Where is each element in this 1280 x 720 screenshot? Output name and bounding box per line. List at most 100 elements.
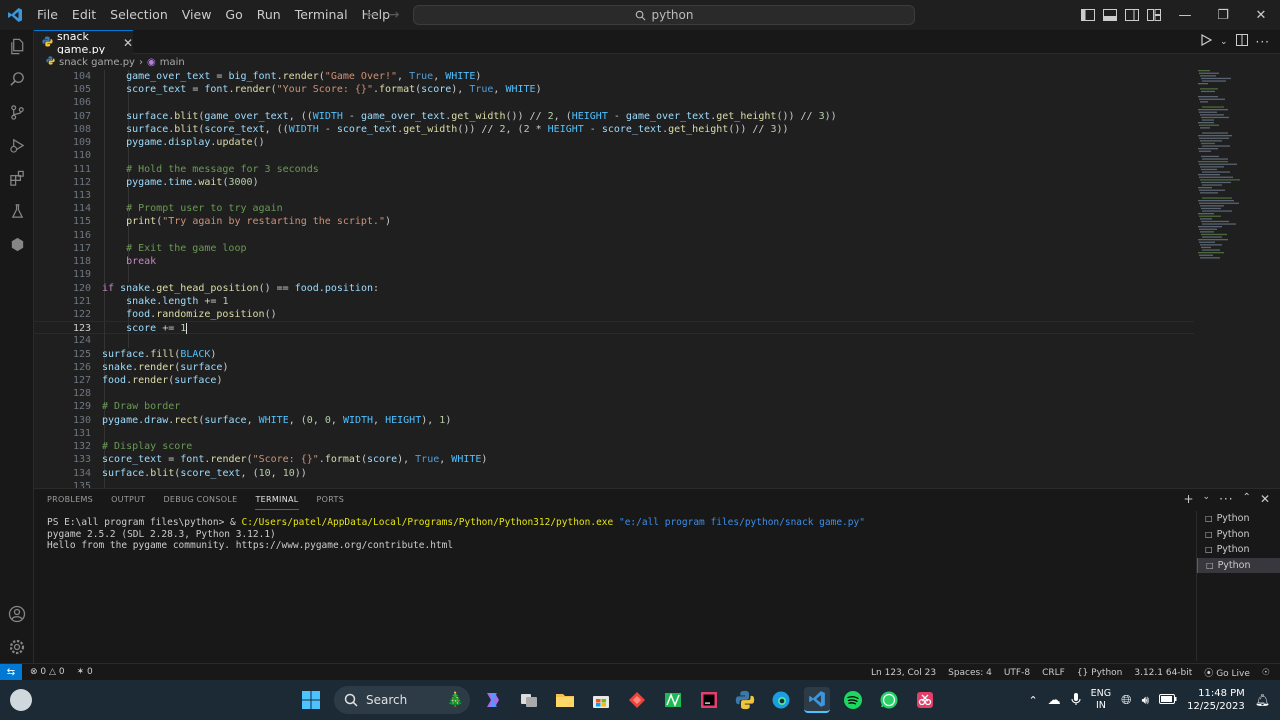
code-line[interactable]: 127 food.render(surface) <box>34 374 1194 388</box>
extensions-icon[interactable] <box>0 162 34 195</box>
toggle-secondary-sidebar-icon[interactable] <box>1124 8 1140 22</box>
tab-problems[interactable]: PROBLEMS <box>47 489 93 511</box>
code-line[interactable]: 122 food.randomize_position() <box>34 307 1194 322</box>
code-line[interactable]: 104 game_over_text = big_font.render("Gam… <box>34 70 1194 84</box>
new-terminal-plus-icon[interactable]: + <box>1183 492 1193 506</box>
minimize-icon[interactable]: — <box>1166 0 1204 30</box>
code-line[interactable]: 120 if snake.get_head_position() == food.… <box>34 281 1194 295</box>
close-window-icon[interactable]: ✕ <box>1242 0 1280 30</box>
volume-icon[interactable]: 🔊︎ <box>1142 693 1150 708</box>
code-line[interactable]: 117 # Exit the game loop <box>34 241 1194 256</box>
encoding-status[interactable]: UTF-8 <box>1004 668 1030 678</box>
settings-gear-icon[interactable] <box>0 630 34 663</box>
code-line[interactable]: 132 # Display score <box>34 440 1194 454</box>
terminal-instance[interactable]: □ Python <box>1197 511 1280 527</box>
code-line[interactable]: 134 surface.blit(score_text, (10, 10)) <box>34 466 1194 480</box>
code-line[interactable]: 111 # Hold the message for 3 seconds <box>34 162 1194 176</box>
copilot-icon[interactable] <box>480 687 506 713</box>
code-line[interactable]: 124 <box>34 334 1194 348</box>
windows-start-icon[interactable] <box>298 687 324 713</box>
menu-file[interactable]: File <box>30 0 65 30</box>
code-line[interactable]: 115 print("Try again by restarting the sc… <box>34 215 1194 229</box>
notifications-bell-icon[interactable]: ☉ <box>1262 668 1270 678</box>
close-tab-icon[interactable]: ✕ <box>123 36 133 50</box>
python-app-icon[interactable] <box>732 687 758 713</box>
anydesk-icon[interactable] <box>624 687 650 713</box>
file-explorer-icon[interactable] <box>552 687 578 713</box>
run-debug-icon[interactable] <box>0 129 34 162</box>
forward-arrow-icon[interactable]: → <box>388 7 400 23</box>
terminal-instance[interactable]: □ Python <box>1197 527 1280 543</box>
task-view-icon[interactable] <box>516 687 542 713</box>
more-actions-icon[interactable]: ··· <box>1219 492 1233 506</box>
code-line[interactable]: 129 # Draw border <box>34 400 1194 414</box>
remote-indicator-icon[interactable]: ⇆ <box>0 663 22 681</box>
toggle-primary-sidebar-icon[interactable] <box>1080 8 1096 22</box>
microphone-icon[interactable] <box>1071 692 1081 709</box>
code-line[interactable]: 105 score_text = font.render("Your Score:… <box>34 83 1194 97</box>
code-line[interactable]: 135 <box>34 479 1194 488</box>
spotify-icon[interactable] <box>840 687 866 713</box>
code-line[interactable]: 107 surface.blit(game_over_text, ((WIDTH … <box>34 109 1194 123</box>
search-icon[interactable] <box>0 63 34 96</box>
code-line[interactable]: 118 break <box>34 255 1194 269</box>
close-panel-icon[interactable]: ✕ <box>1260 492 1270 506</box>
code-line[interactable]: 130 pygame.draw.rect(surface, WHITE, (0, … <box>34 413 1194 427</box>
edge-browser-icon[interactable] <box>768 687 794 713</box>
terminal-instance-active[interactable]: □ Python <box>1197 557 1280 573</box>
code-line[interactable]: 106 <box>34 96 1194 110</box>
source-control-icon[interactable] <box>0 96 34 129</box>
code-line[interactable]: 126 snake.render(surface) <box>34 360 1194 375</box>
notification-bell-icon[interactable]: 🔔︎ <box>1255 693 1270 707</box>
command-center-search[interactable]: python <box>413 5 915 25</box>
problems-status[interactable]: ⊗ 0 △ 0 <box>30 667 65 677</box>
code-line[interactable]: 128 <box>34 387 1194 401</box>
tab-debug-console[interactable]: DEBUG CONSOLE <box>163 489 237 511</box>
run-python-file-icon[interactable] <box>1200 33 1213 49</box>
run-dropdown-chevron-icon[interactable]: ⌄ <box>1220 37 1228 47</box>
code-line[interactable]: 109 pygame.display.update() <box>34 136 1194 150</box>
go-live-button[interactable]: ⦿ Go Live <box>1204 666 1250 679</box>
database-icon[interactable] <box>0 228 34 261</box>
code-line[interactable]: 133 score_text = font.render("Score: {}".… <box>34 453 1194 467</box>
eol-status[interactable]: CRLF <box>1042 668 1065 678</box>
menu-go[interactable]: Go <box>218 0 249 30</box>
language-mode[interactable]: {} Python <box>1077 668 1123 678</box>
python-interpreter[interactable]: 3.12.1 64-bit <box>1134 668 1192 678</box>
code-line[interactable]: 131 <box>34 426 1194 441</box>
code-line[interactable]: 125 surface.fill(BLACK) <box>34 347 1194 361</box>
customize-layout-icon[interactable] <box>1146 8 1162 22</box>
restore-icon[interactable]: ❐ <box>1204 0 1242 30</box>
account-icon[interactable] <box>0 597 34 630</box>
menu-selection[interactable]: Selection <box>103 0 175 30</box>
snipping-tool-icon[interactable] <box>912 687 938 713</box>
code-line[interactable]: 110 <box>34 149 1194 163</box>
more-actions-icon[interactable]: ··· <box>1256 35 1270 49</box>
show-hidden-icons-chevron-icon[interactable]: ⌃ <box>1028 694 1037 707</box>
explorer-icon[interactable] <box>0 30 34 63</box>
code-line[interactable]: 112 pygame.time.wait(3000) <box>34 175 1194 189</box>
indentation-status[interactable]: Spaces: 4 <box>948 668 992 678</box>
terminal-dropdown-chevron-icon[interactable]: ⌄ <box>1203 492 1211 506</box>
taskbar-search[interactable]: Search 🎄 <box>334 686 470 714</box>
toggle-panel-icon[interactable] <box>1102 8 1118 22</box>
tab-snack-game-py[interactable]: snack game.py ✕ <box>34 30 133 56</box>
split-editor-icon[interactable] <box>1235 34 1248 49</box>
menu-edit[interactable]: Edit <box>65 0 103 30</box>
vscode-taskbar-icon[interactable] <box>804 687 830 713</box>
code-line[interactable]: 108 surface.blit(score_text, ((WIDTH - sc… <box>34 122 1194 137</box>
tab-ports[interactable]: PORTS <box>317 489 345 511</box>
weather-widget-icon[interactable] <box>10 689 32 711</box>
code-editor[interactable]: 104 game_over_text = big_font.render("Gam… <box>34 70 1194 488</box>
jetbrains-icon[interactable] <box>696 687 722 713</box>
code-line[interactable]: 119 <box>34 268 1194 282</box>
menu-view[interactable]: View <box>175 0 219 30</box>
code-line[interactable]: 123 score += 1 <box>34 321 1194 336</box>
code-line[interactable]: 116 <box>34 228 1194 242</box>
battery-icon[interactable] <box>1159 693 1177 707</box>
code-line[interactable]: 113 <box>34 188 1194 203</box>
breadcrumb-symbol[interactable]: main <box>160 57 185 68</box>
microsoft-store-icon[interactable] <box>588 687 614 713</box>
terminal-instance[interactable]: □ Python <box>1197 542 1280 558</box>
ports-status[interactable]: ✶ 0 <box>77 667 93 677</box>
